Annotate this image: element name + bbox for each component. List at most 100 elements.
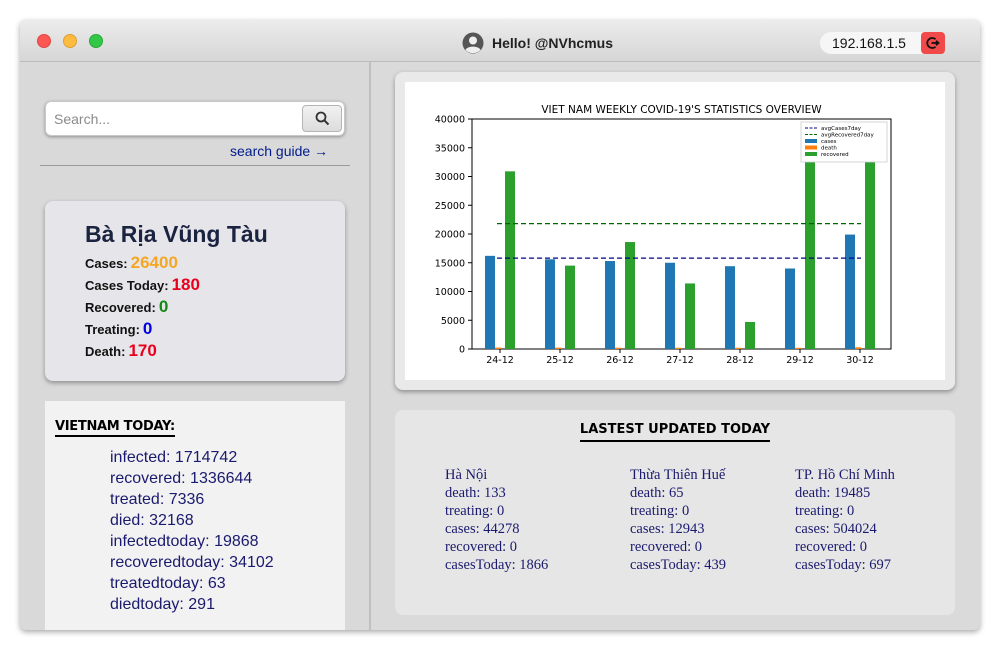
province-column-hcm: TP. Hồ Chí Minh death: 19485 treating: 0… xyxy=(795,466,895,574)
province-column-hanoi: Hà Nội death: 133 treating: 0 cases: 442… xyxy=(445,466,548,574)
close-window-button[interactable] xyxy=(37,34,51,48)
bar-death xyxy=(675,347,681,349)
province-column-hue: Thừa Thiên Huế death: 65 treating: 0 cas… xyxy=(630,466,726,574)
column-recovered: recovered: 0 xyxy=(795,539,868,555)
bar-cases xyxy=(545,259,555,349)
list-item: recovered: 1336644 xyxy=(110,470,253,487)
x-tick-label: 28-12 xyxy=(726,355,754,366)
legend-label: avgCases7day xyxy=(821,126,862,132)
x-tick-label: 29-12 xyxy=(786,355,814,366)
stat-label: Treating: xyxy=(85,322,140,337)
list-item: died: 32168 xyxy=(110,512,194,529)
app-window: Hello! @NVhcmus 192.168.1.5 search guide… xyxy=(20,20,980,630)
legend-label: death xyxy=(821,146,837,152)
stat-recovered: Recovered: 0 xyxy=(85,297,168,317)
bar-death xyxy=(855,347,861,349)
column-cases-today: casesToday: 1866 xyxy=(445,557,549,573)
bar-death xyxy=(615,347,621,349)
minimize-window-button[interactable] xyxy=(63,34,77,48)
bar-cases xyxy=(845,234,855,349)
bar-recovered xyxy=(805,147,815,349)
title-bar: Hello! @NVhcmus 192.168.1.5 xyxy=(20,20,980,62)
search-icon xyxy=(315,111,329,126)
column-death: death: 19485 xyxy=(795,485,871,501)
divider xyxy=(40,165,350,166)
column-name: Thừa Thiên Huế xyxy=(630,467,726,483)
column-name: Hà Nội xyxy=(445,467,488,483)
column-death: death: 65 xyxy=(630,485,684,501)
stat-value: 170 xyxy=(128,341,157,360)
maximize-window-button[interactable] xyxy=(89,34,103,48)
stat-cases-today: Cases Today: 180 xyxy=(85,275,200,295)
stat-value: 0 xyxy=(142,319,153,338)
stat-label: Cases: xyxy=(85,256,128,271)
bar-recovered xyxy=(685,283,695,349)
stat-death: Death: 170 xyxy=(85,341,157,361)
y-tick-label: 15000 xyxy=(435,258,465,269)
column-cases-today: casesToday: 439 xyxy=(630,557,727,573)
bar-recovered xyxy=(565,265,575,349)
column-cases: cases: 12943 xyxy=(630,521,705,537)
x-tick-label: 24-12 xyxy=(486,355,514,366)
list-item: treatedtoday: 63 xyxy=(110,575,226,592)
bar-cases xyxy=(485,255,495,349)
stat-value: 180 xyxy=(171,275,200,294)
chart-image: VIET NAM WEEKLY COVID-19'S STATISTICS OV… xyxy=(405,82,945,380)
column-recovered: recovered: 0 xyxy=(445,539,518,555)
legend-label: avgRecovered7day xyxy=(821,133,874,139)
list-item: diedtoday: 291 xyxy=(110,596,215,613)
search-guide-link[interactable]: search guide → xyxy=(230,143,328,159)
bar-cases xyxy=(785,268,795,349)
vietnam-today-list: infected: 1714742 recovered: 1336644 tre… xyxy=(110,447,274,615)
stat-cases: Cases: 26400 xyxy=(85,253,178,273)
bar-cases xyxy=(725,266,735,349)
window-title: Hello! @NVhcmus xyxy=(492,35,614,51)
x-tick-label: 26-12 xyxy=(606,355,634,366)
logout-button[interactable] xyxy=(921,32,945,54)
list-item: infectedtoday: 19868 xyxy=(110,533,259,550)
bar-death xyxy=(495,347,501,349)
user-avatar-icon xyxy=(462,32,484,54)
legend-swatch xyxy=(805,145,817,150)
logout-icon xyxy=(926,37,940,49)
x-tick-label: 30-12 xyxy=(846,355,874,366)
stat-treating: Treating: 0 xyxy=(85,319,152,339)
y-tick-label: 20000 xyxy=(435,230,465,241)
y-tick-label: 25000 xyxy=(435,201,465,212)
search-box xyxy=(45,101,345,136)
bar-cases xyxy=(605,261,615,349)
province-name: Bà Rịa Vũng Tàu xyxy=(85,221,268,247)
column-name: TP. Hồ Chí Minh xyxy=(795,467,895,483)
chart-title: VIET NAM WEEKLY COVID-19'S STATISTICS OV… xyxy=(541,104,822,116)
y-tick-label: 30000 xyxy=(435,172,465,183)
y-tick-label: 0 xyxy=(459,345,465,356)
weekly-stats-chart: VIET NAM WEEKLY COVID-19'S STATISTICS OV… xyxy=(435,104,892,366)
vietnam-today-panel: VIETNAM TODAY: infected: 1714742 recover… xyxy=(45,401,345,630)
bar-death xyxy=(555,347,561,349)
y-tick-label: 40000 xyxy=(435,115,465,126)
column-cases-today: casesToday: 697 xyxy=(795,557,892,573)
legend-label: cases xyxy=(821,139,837,145)
bar-death xyxy=(735,347,741,349)
y-tick-label: 10000 xyxy=(435,287,465,298)
search-input[interactable] xyxy=(52,108,292,130)
list-item: infected: 1714742 xyxy=(110,449,238,466)
column-cases: cases: 44278 xyxy=(445,521,520,537)
stat-label: Death: xyxy=(85,344,126,359)
y-tick-label: 35000 xyxy=(435,143,465,154)
latest-updated-title: LASTEST UPDATED TODAY xyxy=(579,422,771,442)
column-cases: cases: 504024 xyxy=(795,521,877,537)
column-recovered: recovered: 0 xyxy=(630,539,703,555)
search-button[interactable] xyxy=(302,105,342,132)
province-card: Bà Rịa Vũng Tàu Cases: 26400 Cases Today:… xyxy=(45,201,345,381)
bar-recovered xyxy=(505,171,515,349)
bar-death xyxy=(795,347,801,349)
legend-swatch xyxy=(805,152,817,156)
x-tick-label: 25-12 xyxy=(546,355,574,366)
stat-value: 0 xyxy=(158,297,169,316)
y-tick-label: 5000 xyxy=(441,316,465,327)
legend-label: recovered xyxy=(821,152,849,158)
stat-label: Recovered: xyxy=(85,300,156,315)
latest-updated-panel: LASTEST UPDATED TODAY Hà Nội death: 133 … xyxy=(395,410,955,615)
column-treating: treating: 0 xyxy=(445,503,505,519)
